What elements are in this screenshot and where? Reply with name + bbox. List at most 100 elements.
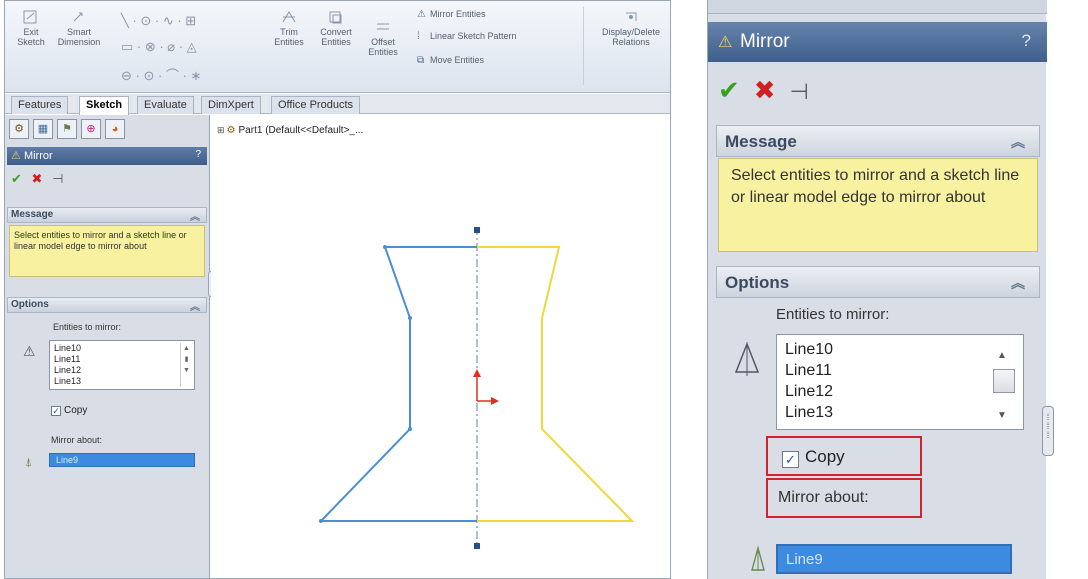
scroll-down-icon[interactable]: ▼ — [997, 405, 1007, 426]
check-icon[interactable]: ✔ — [11, 171, 22, 186]
sketch-point[interactable] — [319, 519, 323, 523]
mirror-title-bar: ⚠ Mirror ? — [7, 147, 207, 165]
graphics-area[interactable]: ⊞ ⚙ Part1 (Default<<Default>_... — [211, 115, 670, 578]
list-item[interactable]: Line13 — [785, 402, 1023, 423]
exit-sketch-label: Exit Sketch — [17, 27, 45, 47]
list-scrollbar[interactable]: ▲ ▮ ▼ — [180, 343, 192, 387]
mirror-icon: ⚠ — [11, 150, 21, 162]
entities-list[interactable]: Line10 Line11 Line12 Line13 ▲ ▮ ▼ — [49, 340, 195, 390]
pushpin-icon[interactable]: ⊣ — [790, 77, 809, 107]
collapse-icon[interactable]: ︽ — [1011, 273, 1025, 293]
options-header: Options — [11, 299, 49, 310]
tab-sketch[interactable]: Sketch — [79, 96, 130, 115]
dimxpert-manager-tab-icon[interactable]: ⊕ — [81, 119, 101, 139]
configuration-manager-tab-icon[interactable]: ⚑ — [57, 119, 77, 139]
line-tools-row3[interactable]: ⊖ · ⊙ · ⌒ · ∗ — [121, 65, 201, 84]
sketch-point[interactable] — [408, 427, 412, 431]
mirror-icon: ⚠ — [718, 34, 733, 51]
check-icon[interactable]: ✔ — [718, 75, 740, 105]
message-header: Message — [11, 209, 54, 220]
list-item[interactable]: Line10 — [54, 343, 194, 354]
collapse-icon[interactable]: ︽ — [190, 208, 200, 223]
line-tools-row2[interactable]: ▭ · ⊗ · ⌀ · ◬ — [121, 39, 197, 55]
mirror-about-label-box: Mirror about: — [766, 478, 922, 518]
scroll-thumb[interactable] — [993, 369, 1015, 393]
list-item[interactable]: Line11 — [785, 360, 1023, 381]
help-icon[interactable]: ? — [195, 149, 201, 160]
smart-dimension-icon — [73, 12, 83, 22]
help-icon[interactable]: ? — [1022, 31, 1031, 51]
mirror-about-field[interactable]: Line9 — [776, 544, 1012, 574]
collapse-icon[interactable]: ︽ — [1011, 132, 1025, 152]
checkbox-box[interactable]: ✓ — [51, 406, 61, 416]
list-item[interactable]: Line12 — [54, 365, 194, 376]
message-group-header[interactable]: Message ︽ — [7, 207, 207, 223]
sketch-canvas[interactable] — [211, 115, 670, 578]
options-group-header[interactable]: Options ︽ — [716, 266, 1040, 298]
scroll-up-icon[interactable]: ▲ — [997, 345, 1007, 366]
collapse-icon[interactable]: ︽ — [190, 298, 200, 313]
feature-manager-tab-icon[interactable]: ⚙ — [9, 119, 29, 139]
origin-arrow-icon — [491, 397, 499, 405]
tab-office-products[interactable]: Office Products — [271, 96, 360, 114]
entities-list[interactable]: Line10 Line11 Line12 Line13 ▲ ▼ — [776, 334, 1024, 430]
offset-entities-label: Offset Entities — [368, 37, 398, 57]
origin-arrow-icon — [473, 369, 481, 377]
tab-evaluate[interactable]: Evaluate — [137, 96, 194, 114]
exit-sketch-icon — [23, 10, 37, 24]
mirror-about-field[interactable]: Line9 — [49, 453, 195, 467]
offset-entities-button[interactable]: Offset Entities — [367, 19, 399, 57]
message-header: Message — [725, 132, 797, 151]
command-tabs: Features Sketch Evaluate DimXpert Office… — [5, 94, 670, 115]
x-icon[interactable]: ✖ — [32, 171, 43, 186]
panel-splitter-handle[interactable]: ⁞ ⁞ ⁞ — [1042, 406, 1054, 456]
offset-icon — [377, 23, 389, 30]
trim-entities-button[interactable]: Trim Entities — [273, 9, 305, 47]
line-tools-row1[interactable]: ╲ · ⊙ · ∿ · ⊞ — [121, 13, 196, 29]
pushpin-icon[interactable]: ⊣ — [52, 171, 63, 186]
list-item[interactable]: Line11 — [54, 354, 194, 365]
manager-tab-strip — [708, 0, 1047, 14]
tab-features[interactable]: Features — [11, 96, 69, 114]
linear-pattern-button[interactable]: ⁞ Linear Sketch Pattern — [417, 31, 517, 42]
list-item[interactable]: Line10 — [785, 339, 1023, 360]
smart-dimension-button[interactable]: Smart Dimension — [57, 9, 101, 47]
copy-checkbox[interactable]: ✓ Copy — [766, 436, 922, 476]
options-group-header[interactable]: Options ︽ — [7, 297, 207, 313]
tab-dimxpert[interactable]: DimXpert — [201, 96, 261, 114]
mirror-about-label: Mirror about: — [778, 489, 869, 506]
mirror-entities-icon: ⚠ — [417, 9, 426, 20]
message-group-header[interactable]: Message ︽ — [716, 125, 1040, 157]
solidworks-window: Exit Sketch Smart Dimension ╲ · ⊙ · ∿ · … — [4, 0, 671, 579]
x-icon[interactable]: ✖ — [754, 75, 776, 105]
list-item[interactable]: Line13 — [54, 376, 194, 387]
copy-checkbox[interactable]: ✓ Copy — [51, 405, 87, 416]
convert-entities-label: Convert Entities — [320, 27, 352, 47]
mirror-entities-button[interactable]: ⚠ Mirror Entities — [417, 9, 486, 20]
mirror-title-bar: ⚠ Mirror ? — [708, 22, 1047, 62]
zoomed-property-manager: ⚠ Mirror ? ✔ ✖ ⊣ Message ︽ Select entities … — [707, 0, 1054, 579]
convert-entities-button[interactable]: Convert Entities — [317, 9, 355, 47]
original-sketch-entities[interactable] — [318, 246, 477, 522]
message-box: Select entities to mirror and a sketch l… — [9, 225, 205, 277]
entities-to-mirror-label: Entities to mirror: — [53, 322, 122, 332]
relations-icon — [626, 12, 637, 21]
display-manager-tab-icon[interactable]: ◕ — [105, 119, 125, 139]
property-manager-tab-icon[interactable]: ▦ — [33, 119, 53, 139]
copy-label: Copy — [805, 447, 845, 466]
exit-sketch-button[interactable]: Exit Sketch — [13, 9, 49, 47]
move-entities-label: Move Entities — [430, 55, 485, 65]
sketch-point[interactable] — [408, 316, 412, 320]
sketch-point[interactable] — [383, 245, 387, 249]
move-entities-button[interactable]: ⧉ Move Entities — [417, 55, 484, 66]
smart-dimension-label: Smart Dimension — [57, 27, 101, 47]
message-box: Select entities to mirror and a sketch l… — [718, 158, 1038, 252]
mirror-entities-label: Mirror Entities — [430, 9, 486, 19]
centerline-endpoint[interactable] — [474, 543, 480, 549]
list-scrollbar[interactable]: ▲ ▼ — [989, 339, 1019, 425]
list-item[interactable]: Line12 — [785, 381, 1023, 402]
centerline-endpoint[interactable] — [474, 227, 480, 233]
display-delete-relations-button[interactable]: Display/Delete Relations — [599, 9, 663, 47]
checkbox-box[interactable]: ✓ — [782, 451, 799, 468]
pm-action-row: ✔ ✖ ⊣ — [11, 171, 63, 191]
